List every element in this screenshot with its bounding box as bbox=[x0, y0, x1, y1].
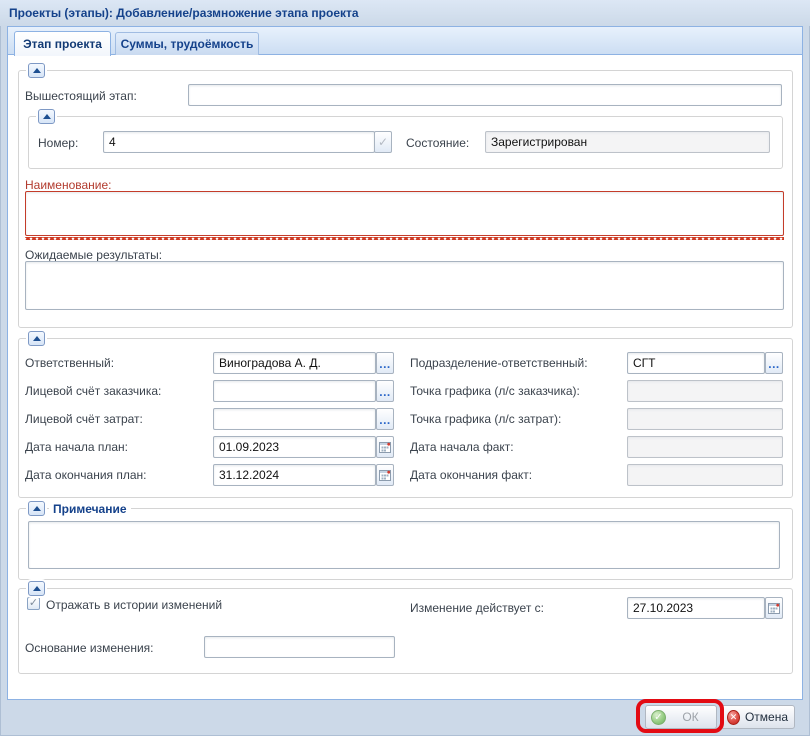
state-label: Состояние: bbox=[406, 136, 469, 150]
calendar-icon bbox=[379, 441, 391, 453]
cost-account-lookup-button[interactable]: ... bbox=[376, 408, 394, 430]
responsible-lookup-button[interactable]: ... bbox=[376, 352, 394, 374]
chevron-up-icon bbox=[33, 586, 41, 591]
responsible-input[interactable] bbox=[213, 352, 376, 374]
cost-point-input bbox=[627, 408, 783, 430]
chevron-up-icon bbox=[33, 68, 41, 73]
collapse-fieldset-details-button[interactable] bbox=[28, 331, 45, 346]
calendar-icon bbox=[379, 469, 391, 481]
collapse-fieldset-number-button[interactable] bbox=[38, 109, 55, 124]
responsible-label: Ответственный: bbox=[25, 356, 114, 370]
note-legend: Примечание bbox=[49, 502, 131, 516]
cancel-button[interactable]: ✕ Отмена bbox=[721, 705, 795, 729]
cost-account-input[interactable] bbox=[213, 408, 376, 430]
effective-date-input[interactable] bbox=[627, 597, 765, 619]
window-titlebar: Проекты (этапы): Добавление/размножение … bbox=[0, 0, 810, 26]
department-label: Подразделение-ответственный: bbox=[410, 356, 588, 370]
end-fact-input bbox=[627, 464, 783, 486]
parent-stage-input[interactable] bbox=[188, 84, 782, 106]
start-plan-input[interactable] bbox=[213, 436, 376, 458]
effective-date-label: Изменение действует с: bbox=[410, 601, 544, 615]
history-checkbox-label: Отражать в истории изменений bbox=[46, 598, 222, 612]
start-fact-label: Дата начала факт: bbox=[410, 440, 514, 454]
number-check-trigger-button[interactable]: ✓ bbox=[374, 131, 392, 153]
start-plan-datepicker-button[interactable] bbox=[376, 436, 394, 458]
expected-results-textarea[interactable] bbox=[25, 261, 784, 310]
collapse-fieldset-note-button[interactable] bbox=[28, 501, 45, 516]
end-plan-datepicker-button[interactable] bbox=[376, 464, 394, 486]
change-reason-input[interactable] bbox=[204, 636, 395, 658]
ellipsis-trigger-icon: ... bbox=[379, 414, 391, 426]
ok-check-icon: ✓ bbox=[651, 710, 666, 725]
invalid-wavy-underline bbox=[25, 237, 784, 240]
parent-stage-label: Вышестоящий этап: bbox=[25, 89, 137, 103]
customer-point-input bbox=[627, 380, 783, 402]
end-plan-input[interactable] bbox=[213, 464, 376, 486]
check-trigger-icon: ✓ bbox=[378, 136, 388, 148]
expected-results-label: Ожидаемые результаты: bbox=[25, 248, 162, 262]
end-fact-label: Дата окончания факт: bbox=[410, 468, 532, 482]
number-label: Номер: bbox=[38, 136, 78, 150]
checkbox-check-icon: ✓ bbox=[29, 598, 38, 609]
department-lookup-button[interactable]: ... bbox=[765, 352, 783, 374]
name-textarea[interactable] bbox=[25, 191, 784, 236]
collapse-fieldset-main-button[interactable] bbox=[28, 63, 45, 78]
ellipsis-trigger-icon: ... bbox=[379, 386, 391, 398]
customer-account-label: Лицевой счёт заказчика: bbox=[25, 384, 161, 398]
name-label: Наименование: bbox=[25, 178, 112, 192]
cost-point-label: Точка графика (л/с затрат): bbox=[410, 412, 561, 426]
cancel-x-icon: ✕ bbox=[727, 710, 740, 725]
tab-stage[interactable]: Этап проекта bbox=[14, 31, 111, 56]
ok-button[interactable]: ✓ ОК bbox=[645, 705, 717, 729]
collapse-fieldset-history-button[interactable] bbox=[28, 581, 45, 596]
ellipsis-trigger-icon: ... bbox=[379, 358, 391, 370]
customer-account-input[interactable] bbox=[213, 380, 376, 402]
department-input[interactable] bbox=[627, 352, 765, 374]
chevron-up-icon bbox=[43, 114, 51, 119]
history-checkbox[interactable]: ✓ bbox=[27, 597, 40, 610]
window-title: Проекты (этапы): Добавление/размножение … bbox=[9, 6, 359, 20]
effective-datepicker-button[interactable] bbox=[765, 597, 783, 619]
change-reason-label: Основание изменения: bbox=[25, 641, 153, 655]
customer-account-lookup-button[interactable]: ... bbox=[376, 380, 394, 402]
ellipsis-trigger-icon: ... bbox=[768, 358, 780, 370]
note-textarea[interactable] bbox=[28, 521, 780, 569]
ok-button-label: ОК bbox=[671, 710, 710, 724]
number-input[interactable] bbox=[103, 131, 375, 153]
customer-point-label: Точка графика (л/с заказчика): bbox=[410, 384, 580, 398]
cost-account-label: Лицевой счёт затрат: bbox=[25, 412, 143, 426]
state-input bbox=[485, 131, 770, 153]
start-plan-label: Дата начала план: bbox=[25, 440, 128, 454]
tab-sums[interactable]: Суммы, трудоёмкость bbox=[115, 32, 259, 55]
start-fact-input bbox=[627, 436, 783, 458]
cancel-button-label: Отмена bbox=[745, 710, 788, 724]
end-plan-label: Дата окончания план: bbox=[25, 468, 147, 482]
calendar-icon bbox=[768, 602, 780, 614]
chevron-up-icon bbox=[33, 506, 41, 511]
chevron-up-icon bbox=[33, 336, 41, 341]
